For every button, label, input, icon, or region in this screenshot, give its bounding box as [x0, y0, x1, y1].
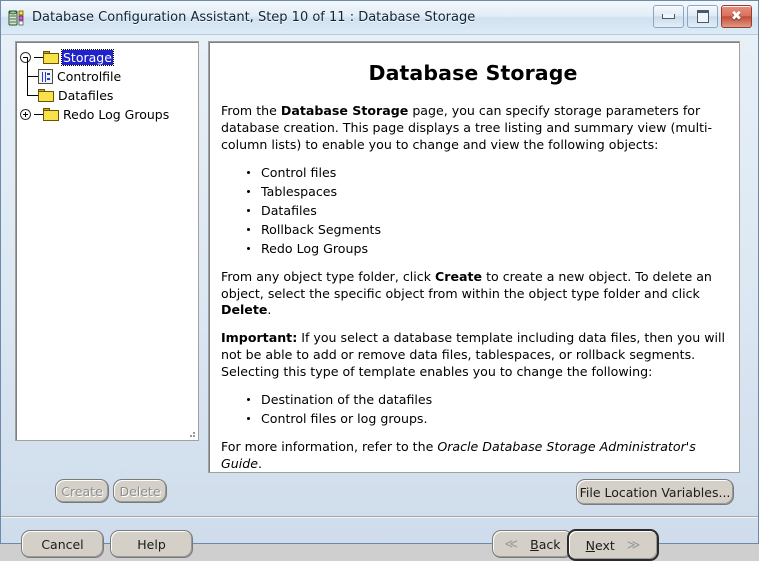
help-content-panel: Database Storage From the Database Stora… — [208, 41, 740, 473]
list-item: Rollback Segments — [247, 221, 725, 239]
title-bar: Database Configuration Assistant, Step 1… — [1, 1, 758, 35]
next-label-rest: ext — [594, 537, 615, 553]
list-item: Redo Log Groups — [247, 240, 725, 258]
page-title: Database Storage — [368, 61, 578, 85]
tree-connector — [34, 114, 43, 115]
help-emphasis: Delete — [221, 302, 268, 318]
help-button[interactable]: Help — [110, 530, 193, 558]
help-button-label: Help — [137, 536, 166, 552]
back-button-label: Back — [530, 537, 560, 552]
window-title: Database Configuration Assistant, Step 1… — [32, 10, 476, 25]
tree-node-controlfile[interactable]: Controlfile — [20, 58, 198, 86]
help-text: For more information, refer to the — [221, 438, 438, 454]
changeable-items-list: Destination of the datafiles Control fil… — [221, 391, 725, 428]
folder-icon — [43, 108, 59, 121]
help-text: . — [257, 455, 262, 471]
help-text: From any object type folder, click — [221, 268, 436, 284]
dialog-body: Storage Controlfile Datafiles Redo Log G… — [1, 35, 758, 561]
create-button-label: Create — [61, 483, 103, 499]
maximize-icon — [696, 10, 709, 23]
tree-node-label: Datafiles — [58, 88, 114, 103]
database-app-icon — [8, 9, 26, 27]
chevron-right-icon: ≫ — [626, 537, 641, 553]
chevron-left-icon: ≪ — [504, 536, 519, 552]
window-controls: ✖ — [653, 5, 752, 28]
tree-connector — [27, 58, 38, 77]
minimize-button[interactable] — [653, 5, 684, 28]
help-text: If you select a database template includ… — [221, 330, 725, 379]
important-label: Important: — [221, 330, 298, 346]
cancel-button-label: Cancel — [41, 536, 84, 552]
expand-plus-icon[interactable] — [20, 108, 33, 121]
tree-connector — [27, 77, 38, 96]
help-emphasis: Database Storage — [280, 103, 409, 119]
close-icon: ✖ — [731, 9, 742, 24]
help-paragraph-reference: For more information, refer to the Oracl… — [221, 439, 725, 472]
help-text: From the — [221, 103, 281, 119]
list-item: Control files or log groups. — [247, 410, 725, 428]
back-button[interactable]: ≪ Back — [492, 530, 573, 558]
tree-node-redo-log-groups[interactable]: Redo Log Groups — [20, 105, 198, 124]
tree-node-label: Redo Log Groups — [63, 107, 170, 122]
back-mnemonic: B — [530, 536, 539, 552]
delete-button[interactable]: Delete — [113, 479, 167, 503]
tree-node-label: Controlfile — [57, 69, 122, 84]
storage-tree-panel[interactable]: Storage Controlfile Datafiles Redo Log G… — [15, 41, 199, 441]
tree-node-label: Storage — [61, 49, 114, 66]
list-item: Control files — [247, 164, 725, 182]
minimize-icon — [662, 14, 675, 19]
tree-node-storage[interactable]: Storage — [20, 48, 198, 67]
folder-icon — [43, 51, 59, 64]
next-mnemonic: N — [585, 537, 595, 553]
close-button[interactable]: ✖ — [721, 5, 752, 28]
divider — [1, 516, 758, 518]
delete-button-label: Delete — [119, 483, 161, 499]
list-item: Datafiles — [247, 202, 725, 220]
resize-grip[interactable] — [186, 428, 196, 438]
file-location-variables-label: File Location Variables... — [579, 484, 731, 500]
help-paragraph-1: From the Database Storage page, you can … — [221, 103, 725, 153]
tree-node-datafiles[interactable]: Datafiles — [20, 77, 198, 105]
next-button[interactable]: Next ≫ — [567, 529, 659, 561]
help-paragraph-important: Important: If you select a database temp… — [221, 330, 725, 380]
cancel-button[interactable]: Cancel — [21, 530, 104, 558]
help-emphasis: Create — [435, 268, 483, 284]
storage-tree: Storage Controlfile Datafiles Redo Log G… — [16, 42, 198, 124]
help-text: . — [267, 302, 272, 318]
next-button-label: Next — [586, 538, 615, 553]
help-paragraph-2: From any object type folder, click Creat… — [221, 269, 725, 319]
back-label-rest: ack — [538, 536, 561, 552]
folder-icon — [38, 89, 54, 102]
create-button[interactable]: Create — [55, 479, 109, 503]
objects-list: Control files Tablespaces Datafiles Roll… — [221, 164, 725, 257]
list-item: Tablespaces — [247, 183, 725, 201]
controlfile-document-icon — [38, 69, 53, 84]
dialog-window: Database Configuration Assistant, Step 1… — [0, 0, 759, 561]
maximize-button[interactable] — [687, 5, 718, 28]
file-location-variables-button[interactable]: File Location Variables... — [576, 479, 734, 505]
list-item: Destination of the datafiles — [247, 391, 725, 409]
